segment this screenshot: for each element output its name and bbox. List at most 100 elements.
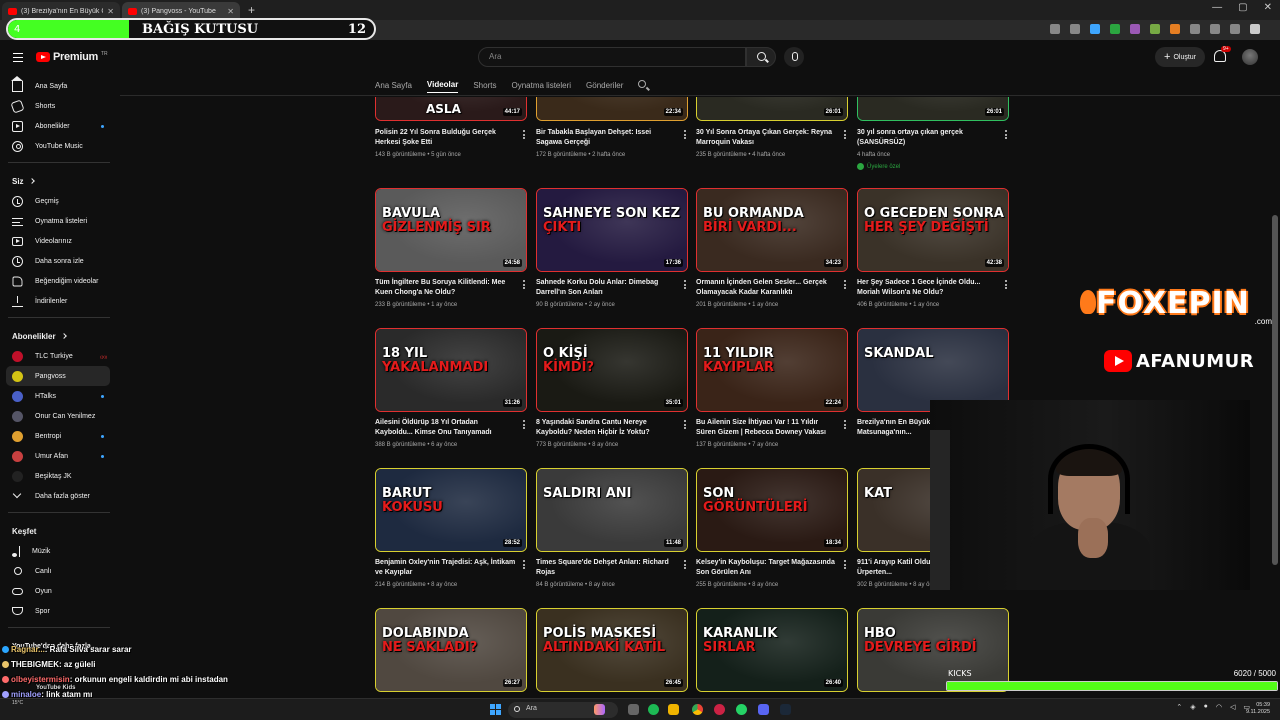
video-title[interactable]: Kelsey'in Kayboluşu: Target Mağazasında … bbox=[696, 558, 838, 578]
extension-icon[interactable] bbox=[1090, 24, 1100, 34]
video-thumbnail[interactable]: DOLABINDA NE SAKLADI? 26:27 bbox=[375, 608, 527, 692]
more-options-icon[interactable] bbox=[844, 280, 846, 291]
extension-icon[interactable] bbox=[1190, 24, 1200, 34]
sidebar-show-more[interactable]: Daha fazla göster bbox=[0, 486, 118, 506]
sidebar-subscription-item[interactable]: Beşiktaş JK bbox=[0, 466, 118, 486]
sidebar-item-liked[interactable]: Beğendiğim videolar bbox=[0, 271, 118, 291]
minimize-icon[interactable]: — bbox=[1212, 2, 1222, 13]
maximize-icon[interactable]: ▢ bbox=[1238, 2, 1247, 13]
sidebar-item-gaming[interactable]: Oyun bbox=[0, 581, 118, 601]
video-title[interactable]: Ailesini Öldürüp 18 Yıl Ortadan Kayboldu… bbox=[375, 418, 517, 438]
profile-icon[interactable] bbox=[1230, 24, 1240, 34]
sidebar-item-live[interactable]: Canlı bbox=[0, 561, 118, 581]
star-icon[interactable] bbox=[1070, 24, 1080, 34]
sidebar-item-home[interactable]: Ana Sayfa bbox=[0, 75, 118, 96]
new-tab-button[interactable]: + bbox=[248, 3, 255, 17]
more-options-icon[interactable] bbox=[523, 560, 525, 571]
youtube-premium-logo[interactable]: Premium TR bbox=[36, 51, 108, 63]
more-options-icon[interactable] bbox=[684, 280, 686, 291]
windows-start-icon[interactable] bbox=[490, 704, 501, 715]
tab-playlists[interactable]: Oynatma listeleri bbox=[511, 81, 571, 90]
close-icon[interactable]: ✕ bbox=[227, 7, 234, 16]
video-title[interactable]: 30 Yıl Sonra Ortaya Çıkan Gerçek: Reyna … bbox=[696, 128, 838, 148]
close-window-icon[interactable]: ✕ bbox=[1264, 2, 1272, 13]
app-icon[interactable] bbox=[714, 704, 725, 715]
sidebar-item-downloads[interactable]: İndirilenler bbox=[0, 291, 118, 311]
video-title[interactable]: 30 yıl sonra ortaya çıkan gerçek (SANSÜR… bbox=[857, 128, 999, 148]
menu-icon[interactable] bbox=[1250, 24, 1260, 34]
sidebar-item-music[interactable]: YouTube Music bbox=[0, 136, 118, 156]
task-view-icon[interactable] bbox=[628, 704, 639, 715]
volume-icon[interactable]: ◁ bbox=[1230, 703, 1235, 711]
video-thumbnail[interactable]: BARUT KOKUSU 28:52 bbox=[375, 468, 527, 552]
create-button[interactable]: + Oluştur bbox=[1155, 47, 1205, 67]
extension-icon[interactable] bbox=[1150, 24, 1160, 34]
video-title[interactable]: Her Şey Sadece 1 Gece İçinde Oldu... Mor… bbox=[857, 278, 999, 298]
video-thumbnail[interactable]: SALDIRI ANI 11:48 bbox=[536, 468, 688, 552]
extension-icon[interactable] bbox=[1170, 24, 1180, 34]
weather-widget[interactable]: 15°C bbox=[12, 700, 23, 706]
extension-icon[interactable] bbox=[1130, 24, 1140, 34]
more-options-icon[interactable] bbox=[684, 560, 686, 571]
extension-icon[interactable] bbox=[1110, 24, 1120, 34]
avatar[interactable] bbox=[1242, 49, 1258, 65]
more-options-icon[interactable] bbox=[684, 130, 686, 141]
tab-home[interactable]: Ana Sayfa bbox=[375, 81, 412, 90]
sidebar-item-your-videos[interactable]: Videolarınız bbox=[0, 231, 118, 251]
close-icon[interactable]: ✕ bbox=[107, 7, 114, 16]
sidebar-item-watch-later[interactable]: Daha sonra izle bbox=[0, 251, 118, 271]
video-title[interactable]: 8 Yaşındaki Sandra Cantu Nereye Kayboldu… bbox=[536, 418, 678, 438]
sidebar-section-you[interactable]: Siz bbox=[0, 171, 118, 191]
video-title[interactable]: Bir Tabakla Başlayan Dehşet: Issei Sagaw… bbox=[536, 128, 678, 148]
search-input[interactable]: Ara bbox=[478, 47, 746, 67]
channel-search-icon[interactable] bbox=[638, 79, 650, 91]
voice-search-icon[interactable] bbox=[784, 47, 804, 67]
video-thumbnail[interactable]: O GECEDEN SONRA HER ŞEY DEĞİŞTİ 42:38 bbox=[857, 188, 1009, 272]
sidebar-subscription-item[interactable]: Umur Afan bbox=[0, 446, 118, 466]
more-options-icon[interactable] bbox=[523, 420, 525, 431]
tab-videos[interactable]: Videolar bbox=[426, 80, 459, 93]
sidebar-item-playlists[interactable]: Oynatma listeleri bbox=[0, 211, 118, 231]
more-options-icon[interactable] bbox=[844, 560, 846, 571]
more-options-icon[interactable] bbox=[844, 130, 846, 141]
video-title[interactable]: Bu Ailenin Size İhtiyacı Var ! 11 Yıldır… bbox=[696, 418, 838, 438]
taskbar-clock[interactable]: 05:39 9.11.2025 bbox=[1246, 702, 1270, 716]
discord-icon[interactable] bbox=[758, 704, 769, 715]
sidebar-subscription-item[interactable]: TLC Turkiye ((•)) bbox=[0, 346, 118, 366]
cast-icon[interactable] bbox=[1050, 24, 1060, 34]
page-scrollbar[interactable] bbox=[1272, 215, 1278, 565]
tab-shorts[interactable]: Shorts bbox=[473, 81, 496, 90]
sidebar-item-shorts[interactable]: Shorts bbox=[0, 96, 118, 116]
video-title[interactable]: Tüm İngiltere Bu Soruya Kilitlendi: Mee … bbox=[375, 278, 517, 298]
hamburger-menu-icon[interactable] bbox=[13, 53, 23, 62]
video-thumbnail[interactable]: KARANLIK SIRLAR 26:40 bbox=[696, 608, 848, 692]
chrome-icon[interactable] bbox=[692, 704, 703, 715]
video-thumbnail[interactable]: 11 YILDIR KAYIPLAR 22:24 bbox=[696, 328, 848, 412]
video-thumbnail[interactable]: BAVULA GİZLENMİŞ SIR 24:58 bbox=[375, 188, 527, 272]
microphone-icon[interactable]: ● bbox=[1204, 703, 1208, 711]
video-title[interactable]: Polisin 22 Yıl Sonra Bulduğu Gerçek Herk… bbox=[375, 128, 517, 148]
more-options-icon[interactable] bbox=[523, 130, 525, 141]
sidebar-item-history[interactable]: Geçmiş bbox=[0, 191, 118, 211]
sidebar-subscription-item[interactable]: Bentropi bbox=[0, 426, 118, 446]
video-thumbnail[interactable]: BU ORMANDA BİRİ VARDI... 34:23 bbox=[696, 188, 848, 272]
sidebar-subscription-item[interactable]: Pangvoss bbox=[6, 366, 110, 386]
puzzle-icon[interactable] bbox=[1210, 24, 1220, 34]
notifications-bell-icon[interactable]: 9+ bbox=[1214, 46, 1231, 62]
wifi-icon[interactable]: ◠ bbox=[1216, 703, 1222, 711]
more-options-icon[interactable] bbox=[1005, 130, 1007, 141]
video-title[interactable]: Times Square'de Dehşet Anları: Richard R… bbox=[536, 558, 678, 578]
video-title[interactable]: Sahnede Korku Dolu Anlar: Dimebag Darrel… bbox=[536, 278, 678, 298]
video-title[interactable]: Benjamin Oxley'nin Trajedisi: Aşk, İntik… bbox=[375, 558, 517, 578]
video-thumbnail[interactable]: 18 YIL YAKALANMADI 31:26 bbox=[375, 328, 527, 412]
video-thumbnail[interactable]: POLİS MASKESİ ALTINDAKİ KATİL 26:45 bbox=[536, 608, 688, 692]
sidebar-item-music-explore[interactable]: Müzik bbox=[0, 541, 118, 561]
sidebar-item-subscriptions[interactable]: Abonelikler bbox=[0, 116, 118, 136]
file-explorer-icon[interactable] bbox=[668, 704, 679, 715]
more-options-icon[interactable] bbox=[523, 280, 525, 291]
sidebar-subscription-item[interactable]: HTalks bbox=[0, 386, 118, 406]
sidebar-section-subscriptions[interactable]: Abonelikler bbox=[0, 326, 118, 346]
sidebar-item-sports[interactable]: Spor bbox=[0, 601, 118, 621]
tab-posts[interactable]: Gönderiler bbox=[586, 81, 623, 90]
taskbar-widget-icon[interactable] bbox=[594, 704, 605, 715]
